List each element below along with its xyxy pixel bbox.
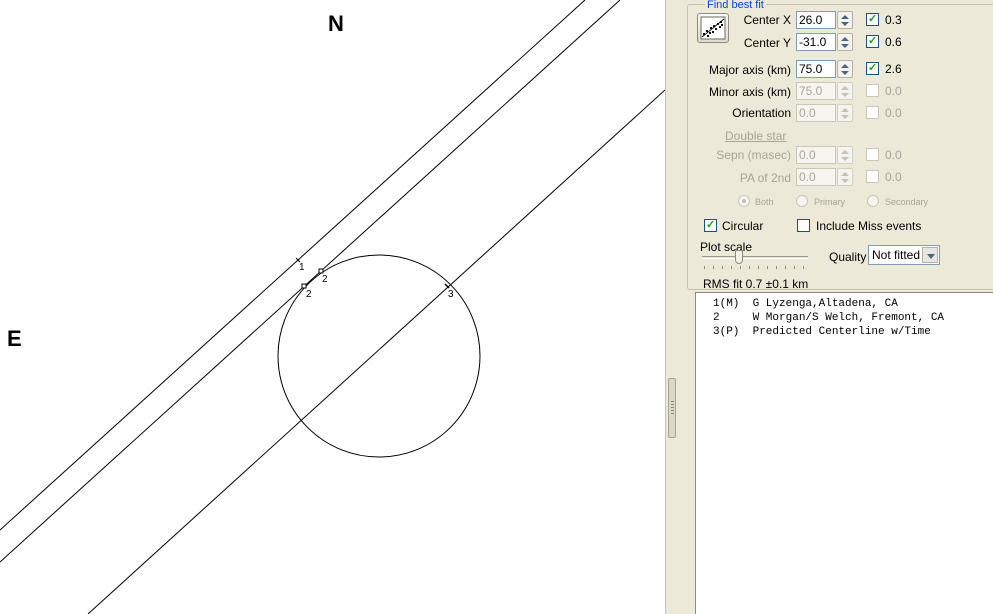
center-y-checkbox[interactable]: ✓ [866, 35, 879, 48]
sepn-spinner: 0.0 [796, 146, 854, 164]
panel-splitter[interactable] [665, 0, 677, 614]
major-axis-label: Major axis (km) [708, 63, 791, 77]
list-item[interactable]: 1(M) G Lyzenga,Altadena, CA [713, 297, 993, 311]
spin-down-icon[interactable] [841, 44, 849, 48]
center-x-input[interactable]: 26.0 [796, 11, 836, 29]
pa-of-2nd-spinner: 0.0 [796, 168, 854, 186]
center-y-label: Center Y [743, 36, 791, 50]
event-marker-2a [318, 268, 324, 274]
spin-down-icon [841, 179, 849, 183]
spin-up-icon [841, 172, 849, 176]
event-marker-2b [301, 283, 307, 289]
plot-canvas: 1 2 2 3 [0, 0, 665, 614]
sepn-checkbox [866, 148, 879, 161]
sepn-uncertainty: 0.0 [885, 148, 902, 162]
circular-checkbox[interactable]: ✓ [704, 219, 717, 232]
observer-list[interactable]: 1(M) G Lyzenga,Altadena, CA 2 W Morgan/S … [695, 292, 993, 614]
chord-line-3 [87, 89, 665, 614]
double-star-link[interactable]: Double star [725, 129, 786, 143]
chord-label-3: 3 [448, 289, 454, 300]
minor-axis-uncertainty: 0.0 [885, 84, 902, 98]
radio-both [738, 195, 750, 207]
spin-up-icon[interactable] [841, 15, 849, 19]
center-x-spinner[interactable]: 26.0 [796, 11, 854, 29]
chord-line-1 [0, 0, 586, 531]
center-y-spinner[interactable]: -31.0 [796, 33, 854, 51]
chevron-down-icon [927, 254, 935, 259]
spin-down-icon[interactable] [841, 22, 849, 26]
orientation-input: 0.0 [796, 104, 836, 122]
major-axis-spinner[interactable]: 75.0 [796, 60, 854, 78]
chord-label-1: 1 [299, 262, 305, 273]
chord-label-2b: 2 [306, 289, 312, 300]
sepn-input: 0.0 [796, 146, 836, 164]
chord-line-2 [0, 0, 621, 563]
center-y-input[interactable]: -31.0 [796, 33, 836, 51]
orientation-spinner: 0.0 [796, 104, 854, 122]
circular-label: Circular [722, 219, 764, 233]
fit-button[interactable] [697, 13, 729, 43]
fit-control-panel: Find best fit Center X 26.0 ✓ 0.3 Center… [677, 0, 993, 614]
fit-curve-icon [700, 16, 726, 40]
spin-up-icon [841, 108, 849, 112]
checkmark-icon: ✓ [868, 62, 878, 74]
quality-value: Not fitted [872, 248, 921, 262]
minor-axis-spinner: 75.0 [796, 82, 854, 100]
spin-down-icon[interactable] [841, 71, 849, 75]
sepn-label: Sepn (masec) [716, 148, 791, 162]
spin-up-icon[interactable] [841, 37, 849, 41]
plot-scale-track[interactable] [702, 256, 808, 259]
orientation-label: Orientation [732, 106, 791, 120]
rms-fit-text: RMS fit 0.7 ±0.1 km [703, 277, 809, 291]
spin-down-icon [841, 115, 849, 119]
center-y-spin-arrows[interactable] [837, 33, 853, 51]
plot-scale-label: Plot scale [700, 240, 753, 254]
checkmark-icon: ✓ [868, 35, 878, 47]
major-axis-uncertainty: 2.6 [885, 62, 902, 76]
radio-primary [796, 195, 808, 207]
radio-primary-label: Primary [814, 197, 845, 207]
include-miss-label: Include Miss events [816, 219, 922, 233]
chord-label-2a: 2 [322, 274, 328, 285]
minor-axis-label: Minor axis (km) [708, 85, 791, 99]
include-miss-checkbox[interactable] [797, 219, 810, 232]
minor-axis-checkbox [866, 84, 879, 97]
list-item[interactable]: 3(P) Predicted Centerline w/Time [713, 325, 993, 339]
major-axis-checkbox[interactable]: ✓ [866, 62, 879, 75]
pa-of-2nd-input: 0.0 [796, 168, 836, 186]
center-x-spin-arrows[interactable] [837, 11, 853, 29]
checkmark-icon: ✓ [868, 13, 878, 25]
major-axis-spin-arrows[interactable] [837, 60, 853, 78]
spin-up-icon [841, 150, 849, 154]
pa-of-2nd-checkbox [866, 170, 879, 183]
radio-both-label: Both [755, 197, 774, 207]
major-axis-input[interactable]: 75.0 [796, 60, 836, 78]
center-x-checkbox[interactable]: ✓ [866, 13, 879, 26]
checkmark-icon: ✓ [706, 219, 716, 231]
center-y-uncertainty: 0.6 [885, 35, 902, 49]
north-label: N [328, 11, 344, 36]
radio-secondary [867, 195, 879, 207]
list-item[interactable]: 2 W Morgan/S Welch, Fremont, CA [713, 311, 993, 325]
center-x-label: Center X [743, 13, 791, 27]
group-title: Find best fit [705, 0, 766, 11]
quality-label: Quality [829, 250, 867, 264]
pa-of-2nd-uncertainty: 0.0 [885, 170, 902, 184]
quality-select[interactable]: Not fitted [868, 245, 940, 265]
pa-of-2nd-label: PA of 2nd [739, 171, 791, 185]
orientation-uncertainty: 0.0 [885, 106, 902, 120]
plot-scale-thumb[interactable] [735, 250, 743, 264]
center-x-uncertainty: 0.3 [885, 13, 902, 27]
minor-axis-input: 75.0 [796, 82, 836, 100]
east-label: E [7, 326, 22, 351]
spin-down-icon [841, 93, 849, 97]
occultation-plot[interactable]: 1 2 2 3 N E [0, 0, 665, 614]
orientation-checkbox [866, 106, 879, 119]
dropdown-button[interactable] [922, 247, 938, 263]
spin-down-icon [841, 157, 849, 161]
spin-up-icon[interactable] [841, 64, 849, 68]
spin-up-icon [841, 86, 849, 90]
radio-secondary-label: Secondary [885, 197, 929, 207]
splitter-thumb[interactable] [668, 378, 676, 438]
